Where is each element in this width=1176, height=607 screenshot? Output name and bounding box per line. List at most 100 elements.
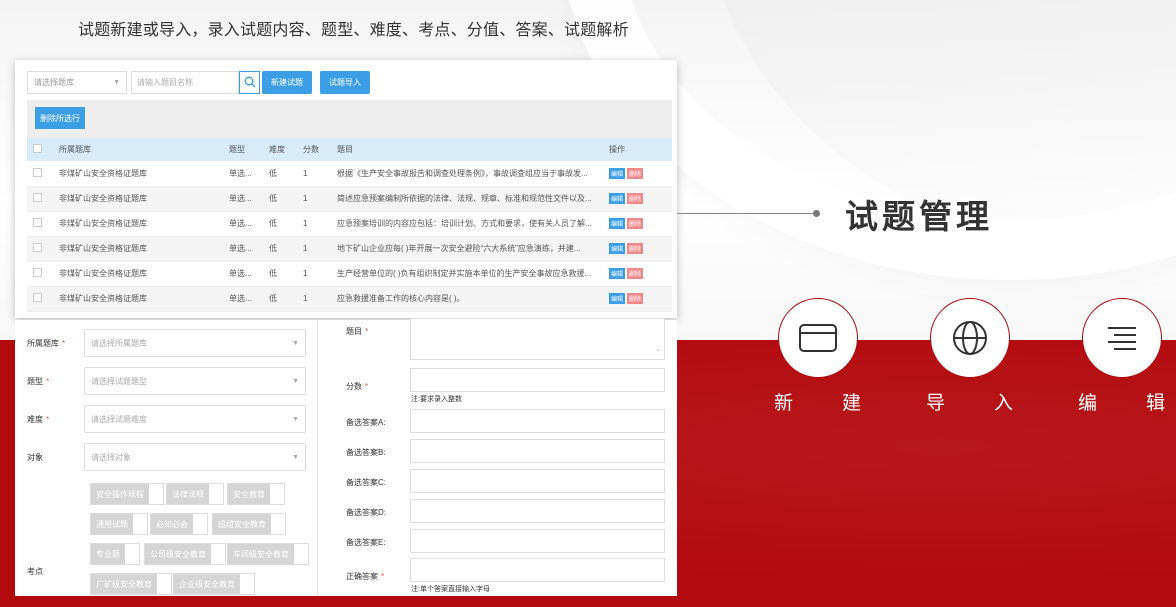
table-row: 非煤矿山安全资格证题库 单选... 低 1 生产经营单位的( )负有组织制定并实… [27,261,672,287]
caret-down-icon: ▼ [292,415,299,423]
cell-question: 简述应急预案编制所依据的法律、法规、规章、标准和规范性文件以及... [331,186,603,212]
delete-button[interactable]: 删除 [627,193,644,204]
delete-button[interactable]: 删除 [627,243,644,254]
feature-label-char: 辑 [1146,393,1166,414]
feature-label-char: 建 [842,393,862,414]
cell-score: 1 [297,236,331,262]
tag-toggle[interactable]: 安全教育 [227,483,285,505]
cell-question: 根据《生产安全事故报告和调查处理条例》，事故调查组应当于事故发... [331,161,603,187]
edit-button[interactable]: 编辑 [609,243,626,254]
question-field-label: 题目 * [346,327,369,336]
delete-button[interactable]: 删除 [627,167,644,179]
search-input[interactable]: 请输入题目名称 [131,70,239,94]
target-field-label: 对象 [27,453,43,462]
table-header: 所属题库 题型 难度 分数 题目 操作 [27,138,672,161]
option-e-input[interactable] [410,529,665,553]
row-checkbox[interactable] [33,193,42,202]
row-select-cell [27,211,53,237]
table-row: 非煤矿山安全资格证题库 单选... 低 1 应急预案培训的内容应包括：培训计划、… [27,211,672,237]
score-input[interactable] [410,368,665,392]
tag-toggle[interactable]: 通用试题 [90,513,148,535]
cell-score: 1 [297,286,331,312]
score-field-label: 分数 * [346,382,369,391]
feature-label-char: 入 [994,393,1014,414]
delete-button[interactable]: 删除 [627,268,644,279]
question-textarea[interactable]: ⌄ [410,318,665,360]
select-all-checkbox[interactable] [33,144,42,153]
feature-import [930,298,1010,378]
cell-bank: 非煤矿山安全资格证题库 [53,161,223,187]
row-checkbox[interactable] [33,293,42,302]
cell-difficulty: 低 [263,261,297,287]
feature-label-char: 导 [926,393,946,414]
option-b-input[interactable] [410,439,665,463]
row-checkbox[interactable] [33,268,42,277]
question-form-right: 题目 * ⌄ 分数 * 注:要求录入整数 备选答案A: 备选答案B: 备选答案C: … [317,318,677,596]
tag-toggle[interactable]: 班组安全教育 [212,513,286,535]
delete-button[interactable]: 删除 [627,218,644,229]
chevron-down-icon: ⌄ [655,346,661,353]
edit-button[interactable]: 编辑 [609,167,626,179]
tag-toggle[interactable]: 车间级安全教育 [227,543,309,565]
tag-toggle[interactable]: 专业题 [90,543,140,565]
caret-down-icon: ▼ [292,339,299,347]
page-description: 试题新建或导入，录入试题内容、题型、难度、考点、分值、答案、试题解析 [78,22,629,39]
cell-actions: 编辑 删除 [603,186,672,212]
tag-toggle[interactable]: 企业级安全教育 [173,573,255,595]
tag-toggle[interactable]: 法律法规 [166,483,224,505]
tag-toggle[interactable]: 公司级安全教育 [144,543,226,565]
bank-field-label: 所属题库 * [27,339,66,348]
cell-type: 单选... [223,211,263,237]
score-note: 注:要求录入整数 [411,396,462,403]
row-select-cell [27,186,53,212]
option-d-input[interactable] [410,499,665,523]
answer-note: 注:单个答案直接输入字母 [411,586,490,593]
difficulty-field-label: 难度 * [27,415,50,424]
question-list-panel: 请选择题库 ▼ 请输入题目名称 新建试题 试题导入 删除所选行 所属题库 题型 … [15,60,677,318]
feature-edit [1082,298,1162,378]
new-question-button[interactable]: 新建试题 [262,70,312,94]
connector-dot [813,210,820,217]
table-row: 非煤矿山安全资格证题库 单选... 低 1 简述应急预案编制所依据的法律、法规、… [27,186,672,212]
cell-question: 应急救援准备工作的核心内容是( )。 [331,286,603,312]
cell-score: 1 [297,186,331,212]
row-checkbox[interactable] [33,167,42,177]
cell-type: 单选... [223,261,263,287]
difficulty-select-field[interactable]: 请选择试题难度 ▼ [84,405,306,433]
table-row: 非煤矿山安全资格证题库 单选... 低 1 地下矿山企业应每( )年开展一次安全… [27,236,672,262]
tag-toggle[interactable]: 厂矿级安全教育 [90,573,172,595]
row-checkbox[interactable] [33,243,42,252]
answer-field-label: 正确答案 * [346,572,385,581]
bank-select-placeholder: 请选择所属题库 [91,338,147,348]
search-button[interactable] [239,70,260,94]
row-select-cell [27,161,53,187]
feature-label-char: 新 [774,393,794,414]
row-checkbox[interactable] [33,218,42,227]
feature-new [778,298,858,378]
option-d-label: 备选答案D: [346,508,386,517]
delete-selected-button[interactable]: 删除所选行 [35,107,85,129]
tag-toggle[interactable]: 安全操作规程 [90,483,164,505]
section-title: 试题管理 [845,197,993,236]
import-question-button[interactable]: 试题导入 [320,70,370,94]
edit-button[interactable]: 编辑 [609,218,626,229]
option-e-label: 备选答案E: [346,538,386,547]
tag-toggle[interactable]: 必知必会 [150,513,208,535]
table-row: 非煤矿山安全资格证题库 单选... 低 1 应急救援准备工作的核心内容是( )。… [27,286,672,312]
column-header: 操作 [603,138,672,161]
edit-button[interactable]: 编辑 [609,268,626,279]
bank-select-field[interactable]: 请选择所属题库 ▼ [84,329,306,357]
column-header: 难度 [263,138,297,161]
edit-button[interactable]: 编辑 [609,293,626,304]
type-select-field[interactable]: 请选择试题题型 ▼ [84,367,306,395]
option-a-input[interactable] [410,409,665,433]
caret-down-icon: ▼ [113,78,120,86]
bank-select[interactable]: 请选择题库 ▼ [27,70,127,94]
target-select-field[interactable]: 请选择对象 ▼ [84,443,306,471]
cell-difficulty: 低 [263,211,297,237]
option-c-input[interactable] [410,469,665,493]
answer-input[interactable] [410,558,665,582]
edit-button[interactable]: 编辑 [609,193,626,204]
delete-button[interactable]: 删除 [627,293,644,304]
question-table: 所属题库 题型 难度 分数 题目 操作 非煤矿山安全资格证题库 单选... 低 … [27,138,672,312]
